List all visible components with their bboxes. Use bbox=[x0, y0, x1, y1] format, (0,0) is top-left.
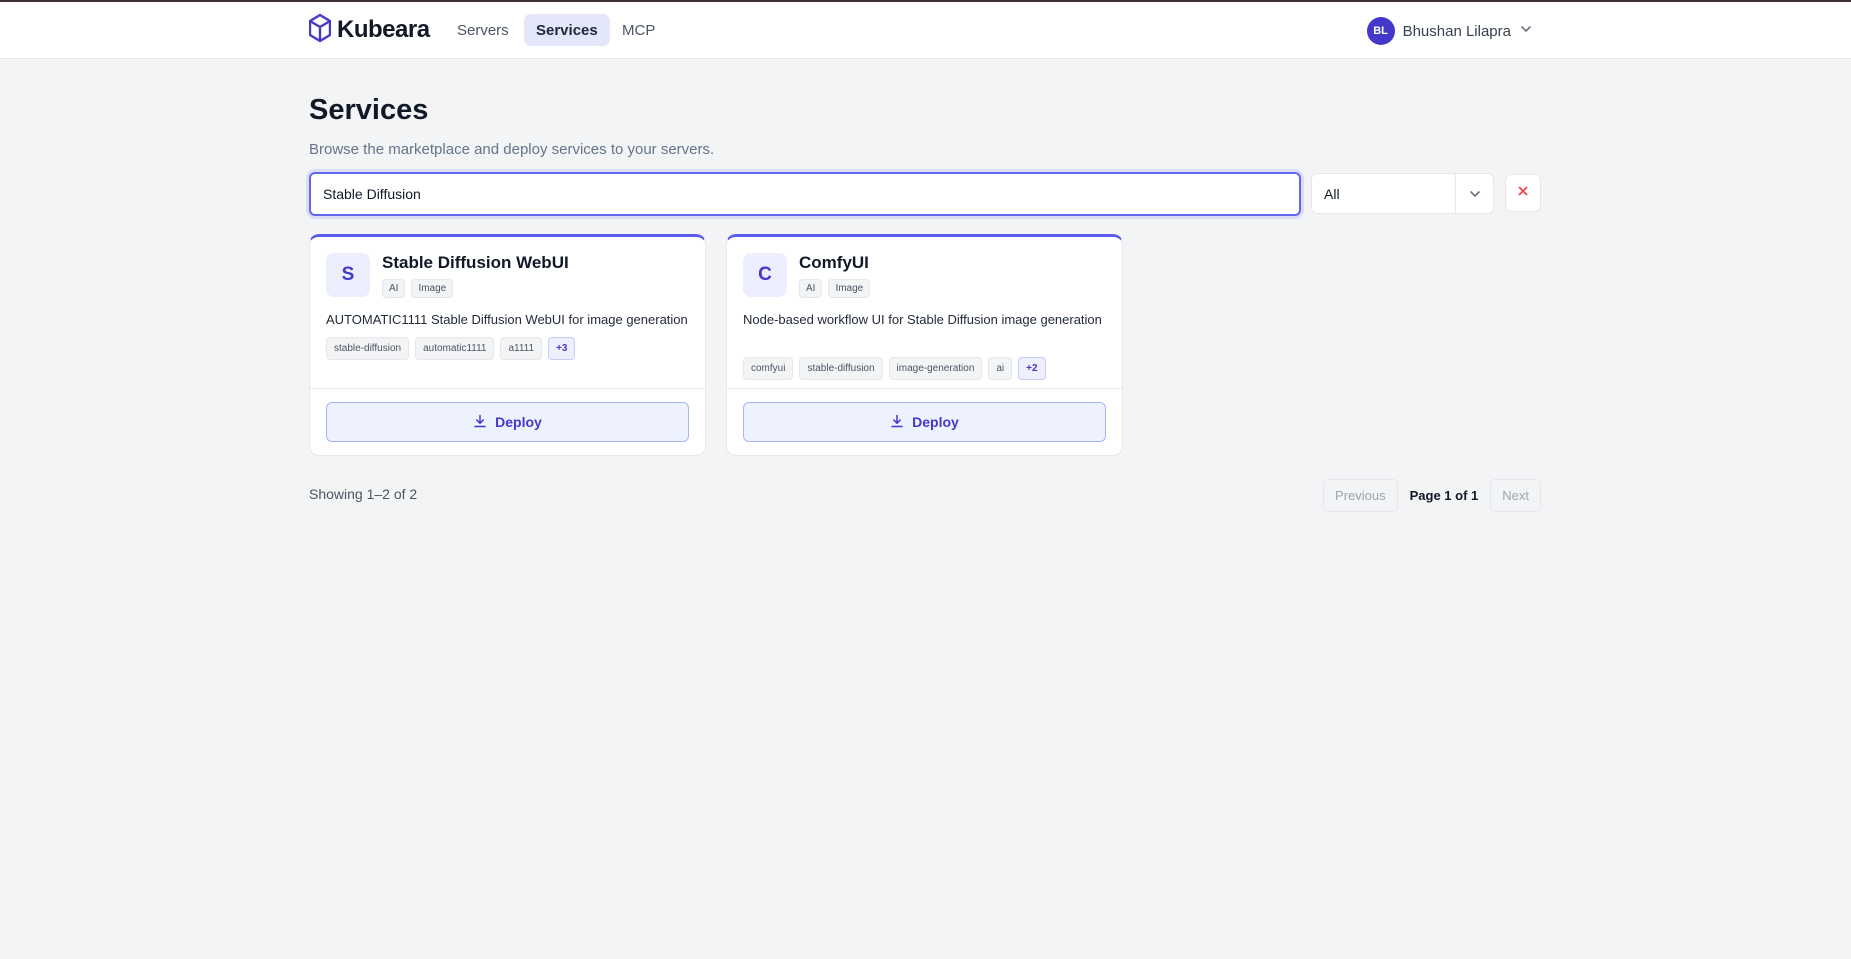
service-logo: C bbox=[743, 253, 787, 297]
pagination: Previous Page 1 of 1 Next bbox=[1323, 479, 1541, 512]
service-description: Node-based workflow UI for Stable Diffus… bbox=[743, 312, 1102, 327]
nav-mcp[interactable]: MCP bbox=[610, 14, 667, 46]
results-count: Showing 1–2 of 2 bbox=[309, 486, 418, 502]
tag-badge: image-generation bbox=[888, 357, 983, 380]
nav-services[interactable]: Services bbox=[524, 14, 610, 46]
avatar: BL bbox=[1366, 17, 1395, 45]
category-badge: Image bbox=[828, 279, 871, 298]
service-logo: S bbox=[326, 253, 370, 297]
user-menu[interactable]: BL Bhushan Lilapra bbox=[1366, 16, 1533, 46]
service-description: AUTOMATIC1111 Stable Diffusion WebUI for… bbox=[326, 312, 688, 327]
chevron-down-icon bbox=[1455, 174, 1493, 213]
tag-badge: ai bbox=[988, 357, 1013, 380]
download-icon bbox=[890, 414, 904, 431]
next-page-button[interactable]: Next bbox=[1490, 479, 1541, 512]
service-card: C ComfyUI AI Image Node-based workflow U… bbox=[726, 234, 1123, 456]
service-tags: stable-diffusion automatic1111 a1111 +3 bbox=[326, 337, 576, 360]
deploy-button[interactable]: Deploy bbox=[743, 402, 1106, 442]
page-subtitle: Browse the marketplace and deploy servic… bbox=[309, 141, 715, 158]
tag-badge: comfyui bbox=[743, 357, 794, 380]
search-input[interactable] bbox=[323, 186, 1287, 202]
top-navbar: Kubeara Servers Services MCP BL Bhushan … bbox=[0, 2, 1851, 59]
service-name: ComfyUI bbox=[799, 253, 869, 272]
chevron-down-icon bbox=[1519, 22, 1533, 41]
service-name: Stable Diffusion WebUI bbox=[382, 253, 569, 272]
previous-page-button[interactable]: Previous bbox=[1323, 479, 1398, 512]
service-card: S Stable Diffusion WebUI AI Image AUTOMA… bbox=[309, 234, 706, 456]
more-tags-badge[interactable]: +2 bbox=[1018, 357, 1046, 380]
search-field[interactable] bbox=[309, 172, 1301, 216]
user-name: Bhushan Lilapra bbox=[1402, 22, 1511, 40]
download-icon bbox=[473, 414, 487, 431]
clear-filters-button[interactable] bbox=[1505, 174, 1541, 212]
category-filter-value: All bbox=[1324, 185, 1340, 202]
tag-badge: a1111 bbox=[500, 337, 543, 360]
brand[interactable]: Kubeara bbox=[308, 13, 430, 47]
service-categories: AI Image bbox=[382, 279, 454, 298]
service-categories: AI Image bbox=[799, 279, 871, 298]
tag-badge: automatic1111 bbox=[415, 337, 495, 360]
kubeara-logo-icon bbox=[308, 13, 332, 47]
app-name: Kubeara bbox=[337, 16, 430, 43]
category-filter-select[interactable]: All bbox=[1311, 173, 1494, 214]
close-icon bbox=[1517, 184, 1529, 202]
nav-servers[interactable]: Servers bbox=[445, 14, 521, 46]
card-divider bbox=[727, 388, 1122, 389]
page-indicator: Page 1 of 1 bbox=[1409, 488, 1479, 503]
deploy-label: Deploy bbox=[912, 414, 959, 430]
tag-badge: stable-diffusion bbox=[799, 357, 883, 380]
category-badge: Image bbox=[411, 279, 454, 298]
tag-badge: stable-diffusion bbox=[326, 337, 410, 360]
category-badge: AI bbox=[799, 279, 823, 298]
more-tags-badge[interactable]: +3 bbox=[548, 337, 576, 360]
deploy-label: Deploy bbox=[495, 414, 542, 430]
service-tags: comfyui stable-diffusion image-generatio… bbox=[743, 357, 1046, 380]
category-badge: AI bbox=[382, 279, 406, 298]
deploy-button[interactable]: Deploy bbox=[326, 402, 689, 442]
page-title: Services bbox=[309, 94, 429, 126]
card-divider bbox=[310, 388, 705, 389]
